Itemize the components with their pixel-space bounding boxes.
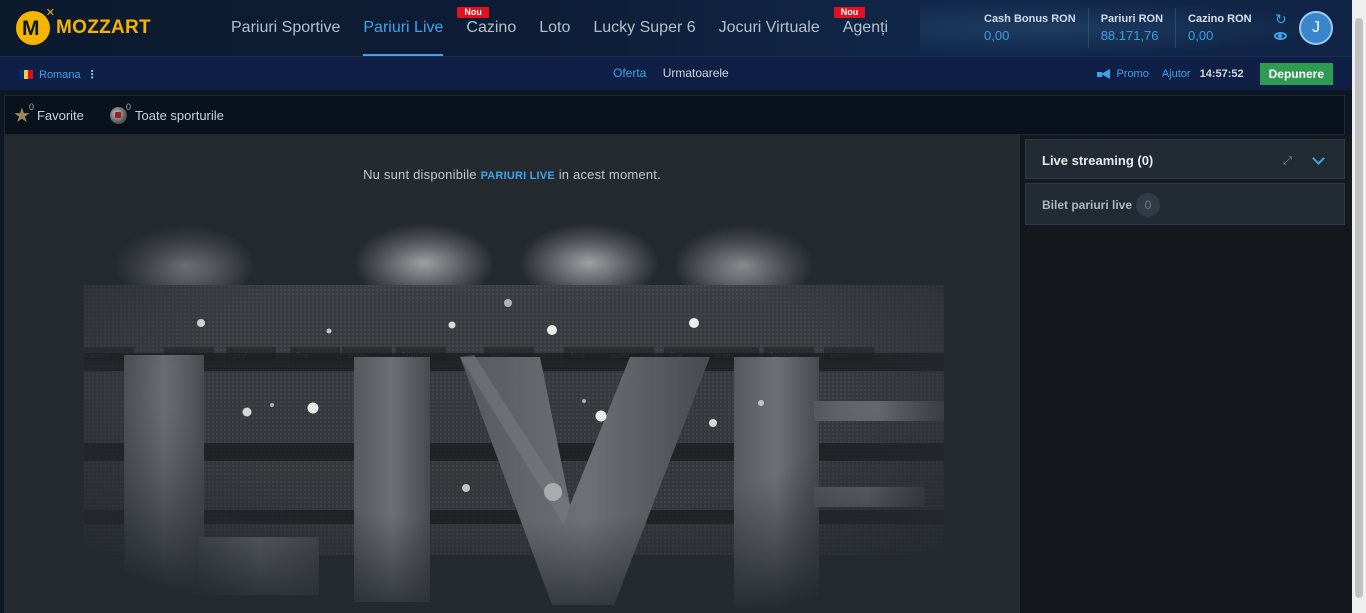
deposit-button[interactable]: Depunere (1259, 63, 1333, 85)
live-stadium-illustration: sportgamegoalliveteamfair playsportfansg… (4, 205, 1020, 613)
nav-item-jocuri-virtuale[interactable]: Jocuri Virtuale (719, 0, 820, 56)
help-link[interactable]: Ajutor (1162, 68, 1191, 80)
nav-item-label: Pariuri Live (363, 19, 444, 36)
new-badge: Nou (457, 7, 489, 18)
top-header: MOZZART Pariuri Sportive Pariuri Live Cazi… (0, 0, 1352, 56)
balance-cazino-ron: Cazino RON 0,00 (1176, 8, 1264, 48)
language-selector[interactable]: Romana ⋮ (19, 68, 98, 81)
expand-icon[interactable]: ⤢ (1283, 155, 1292, 168)
message-text-end: in acest moment. (554, 167, 661, 182)
main-navigation: Pariuri Sportive Pariuri Live Cazino Nou Lot… (231, 0, 911, 56)
mozzart-logo[interactable]: MOZZART (16, 6, 151, 45)
nav-item-label: Agenți (842, 19, 889, 36)
page-scrollbar[interactable] (1352, 0, 1366, 613)
user-avatar[interactable]: J (1299, 11, 1333, 45)
live-streaming-title: Live streaming (0) (1042, 153, 1154, 168)
sub-navigation: Romana ⋮ Oferta Urmatoarele Promo Ajutor… (0, 56, 1352, 90)
nav-item-cazino[interactable]: Cazino Nou (457, 0, 517, 56)
balance-label: Cazino RON (1188, 13, 1252, 25)
live-ticket-title: Bilet pariuri live (1042, 198, 1133, 212)
promo-link[interactable]: Promo (1097, 68, 1149, 80)
sub-actions: Promo Ajutor 14:57:52 Depunere (1097, 63, 1333, 85)
balance-cash-bonus-ron: Cash Bonus RON 0,00 (972, 8, 1089, 48)
nav-item-pariuri-live[interactable]: Pariuri Live (363, 0, 444, 56)
balances: Cash Bonus RON 0,00 Pariuri RON 88.171,76 Ca… (972, 8, 1264, 48)
sports-ball-icon (110, 106, 127, 124)
more-options-icon: ⋮ (86, 69, 98, 81)
tab-oferta[interactable]: Oferta (613, 66, 646, 80)
refresh-icon[interactable]: ↻ (1275, 11, 1287, 28)
favorites-count: 0 (29, 102, 35, 112)
nav-item-label: Pariuri Sportive (231, 19, 341, 36)
clock: 14:57:52 (1199, 68, 1244, 80)
logo-text: MOZZART (56, 17, 151, 38)
all-sports-filter[interactable]: 0 Toate sporturile (110, 96, 224, 134)
logo-icon (16, 6, 55, 45)
promo-label: Promo (1116, 68, 1149, 80)
message-highlight: PARIURI LIVE (480, 170, 555, 182)
nav-item-lucky-super-6[interactable]: Lucky Super 6 (593, 0, 695, 56)
nav-item-label: Loto (539, 19, 571, 36)
balance-pariuri-ron: Pariuri RON 88.171,76 (1089, 8, 1177, 48)
eye-icon[interactable] (1274, 32, 1287, 40)
live-ticket-panel[interactable]: Bilet pariuri live 0 (1025, 183, 1345, 225)
nav-item-pariuri-sportive[interactable]: Pariuri Sportive (231, 0, 340, 56)
sport-filter-bar: ★ 0 Favorite 0 Toate sporturile (4, 95, 1345, 135)
scrollbar-thumb[interactable] (1355, 18, 1363, 598)
tab-urmatoarele[interactable]: Urmatoarele (663, 66, 729, 80)
all-sports-label: Toate sporturile (135, 107, 224, 123)
nav-item-label: Jocuri Virtuale (718, 19, 820, 36)
live-streaming-panel[interactable]: Live streaming (0) ⤢ (1025, 139, 1345, 179)
language-label: Romana (39, 68, 81, 81)
all-sports-count: 0 (126, 102, 132, 112)
favorites-label: Favorite (36, 107, 84, 123)
balance-value: 88.171,76 (1100, 28, 1159, 43)
nav-item-agen-i[interactable]: Agenți Nou (833, 0, 889, 56)
right-sidebar: Live streaming (0) ⤢ Bilet pariuri live … (1021, 135, 1352, 613)
chevron-down-icon[interactable] (1312, 152, 1325, 165)
balance-label: Cash Bonus RON (984, 13, 1076, 25)
message-text: Nu sunt disponibile (363, 167, 481, 182)
no-live-bets-message: Nu sunt disponibile PARIURI LIVE in aces… (4, 167, 1020, 182)
balance-value: 0,00 (984, 28, 1010, 43)
balance-label: Pariuri RON (1100, 13, 1164, 25)
sub-tabs: Oferta Urmatoarele (613, 66, 729, 80)
nav-item-label: Cazino (466, 19, 517, 36)
new-badge: Nou (833, 7, 866, 18)
balance-value: 0,00 (1188, 28, 1214, 43)
megaphone-icon (1097, 69, 1111, 79)
live-betting-area: Nu sunt disponibile PARIURI LIVE in aces… (4, 135, 1020, 613)
romania-flag-icon (19, 70, 34, 79)
nav-item-loto[interactable]: Loto (539, 0, 570, 56)
favorites-filter[interactable]: ★ 0 Favorite (13, 96, 84, 134)
ticket-count-badge: 0 (1136, 193, 1160, 217)
nav-item-label: Lucky Super 6 (593, 19, 696, 36)
